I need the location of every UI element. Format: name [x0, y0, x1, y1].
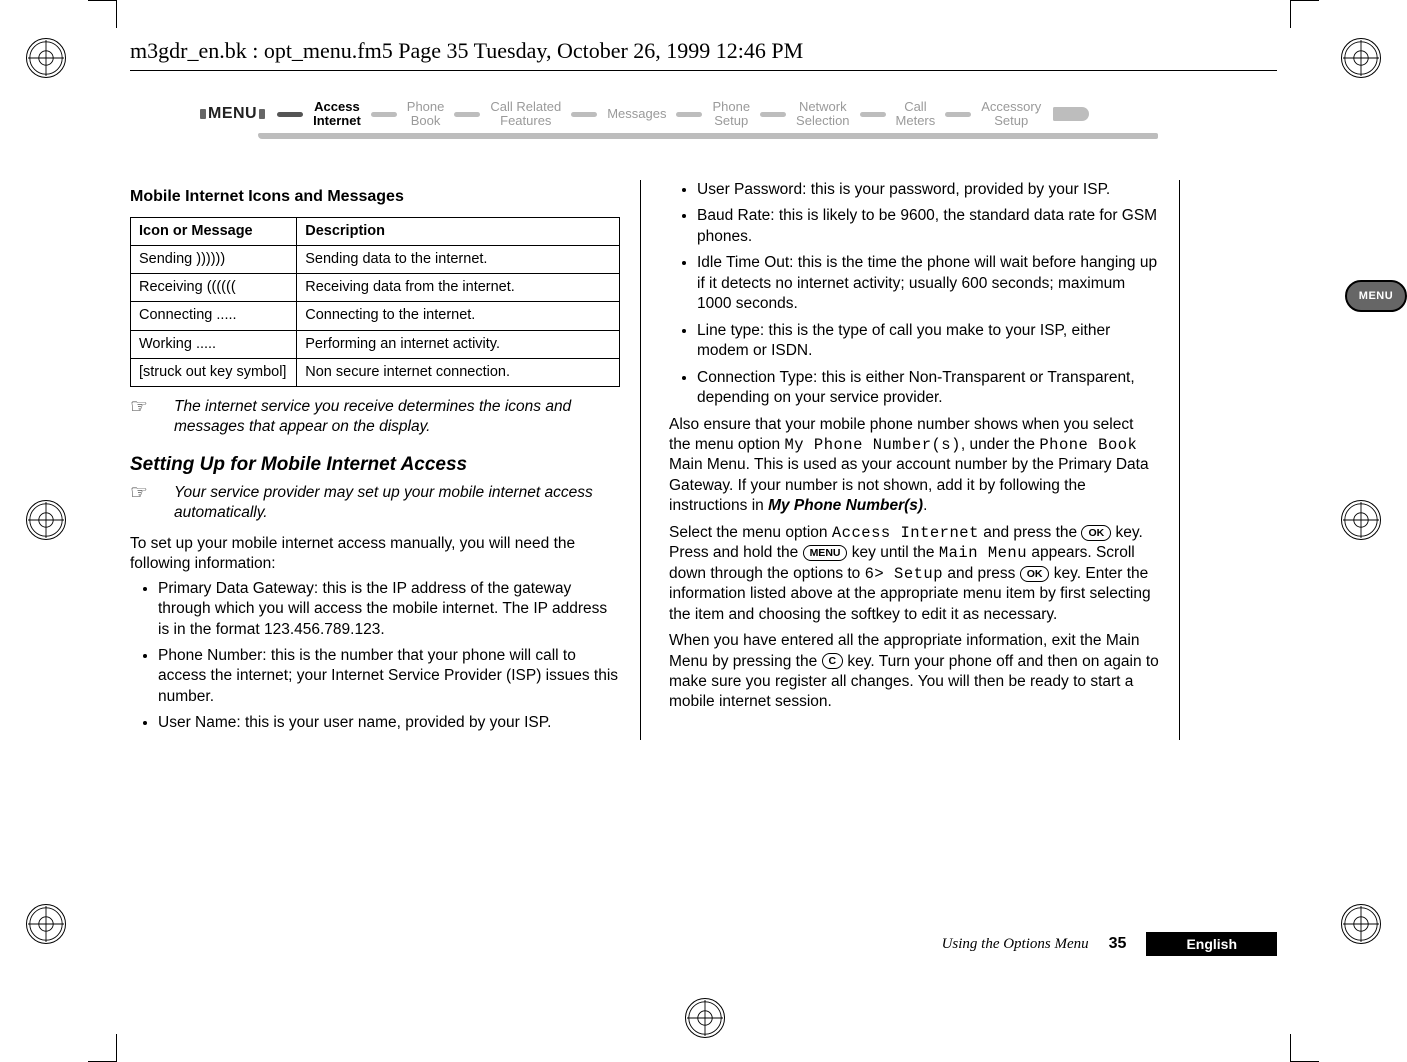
crop-mark: [1290, 0, 1291, 28]
menu-connector-icon: [571, 112, 597, 117]
list-item: Connection Type: this is either Non-Tran…: [697, 368, 1159, 409]
lcd-text: 6> Setup: [865, 565, 943, 583]
menu-item-access-internet: AccessInternet: [313, 100, 361, 129]
language-badge: English: [1146, 932, 1277, 956]
paragraph: Also ensure that your mobile phone numbe…: [669, 415, 1159, 517]
table-row: [struck out key symbol]Non secure intern…: [131, 358, 620, 386]
ok-key-icon: OK: [1020, 566, 1050, 582]
table-row: Receiving ((((((Receiving data from the …: [131, 274, 620, 302]
menu-item-messages: Messages: [607, 107, 666, 121]
note: ☞ Your service provider may set up your …: [130, 483, 620, 524]
note-text: The internet service you receive determi…: [174, 397, 620, 438]
list-item: User Name: this is your user name, provi…: [158, 713, 620, 733]
note: ☞ The internet service you receive deter…: [130, 397, 620, 438]
menu-breadcrumb: MENU AccessInternet PhoneBook Call Relat…: [198, 100, 1178, 139]
table-row: Connecting .....Connecting to the intern…: [131, 302, 620, 330]
paragraph: To set up your mobile internet access ma…: [130, 534, 620, 575]
page-footer: Using the Options Menu 35 English: [130, 932, 1277, 956]
menu-connector-icon: [454, 112, 480, 117]
menu-item-phone-book: PhoneBook: [407, 100, 445, 129]
pointing-hand-icon: ☞: [130, 483, 166, 524]
list-item: Baud Rate: this is likely to be 9600, th…: [697, 206, 1159, 247]
lcd-text: Phone Book: [1039, 436, 1137, 454]
menu-item-phone-setup: PhoneSetup: [712, 100, 750, 129]
side-tab-menu: MENU: [1345, 280, 1407, 312]
cross-reference: My Phone Number(s): [768, 497, 923, 514]
c-key-icon: C: [822, 653, 844, 669]
subheading: Setting Up for Mobile Internet Access: [130, 452, 620, 477]
registration-mark-icon: [1341, 904, 1381, 944]
table-header-description: Description: [297, 218, 620, 246]
menu-item-call-meters: CallMeters: [896, 100, 936, 129]
registration-mark-icon: [26, 38, 66, 78]
crop-mark: [116, 0, 117, 28]
crop-mark: [1291, 0, 1319, 1]
registration-mark-icon: [26, 500, 66, 540]
section-title: Mobile Internet Icons and Messages: [130, 186, 620, 207]
menu-connector-icon: [945, 112, 971, 117]
bullet-list: Primary Data Gateway: this is the IP add…: [130, 579, 620, 734]
menu-item-accessory-setup: AccessorySetup: [981, 100, 1041, 129]
menu-end-cap-icon: [1053, 107, 1089, 121]
list-item: Idle Time Out: this is the time the phon…: [697, 253, 1159, 314]
note-text: Your service provider may set up your mo…: [174, 483, 620, 524]
menu-under-bar: [258, 133, 1158, 139]
menu-connector-icon: [760, 112, 786, 117]
lcd-text: Access Internet: [832, 524, 979, 542]
list-item: Primary Data Gateway: this is the IP add…: [158, 579, 620, 640]
icon-message-table: Icon or Message Description Sending ))))…: [130, 217, 620, 387]
menu-connector-icon: [860, 112, 886, 117]
registration-mark-icon: [1341, 38, 1381, 78]
footer-section-title: Using the Options Menu: [942, 936, 1089, 953]
paragraph: Select the menu option Access Internet a…: [669, 523, 1159, 625]
right-column: User Password: this is your password, pr…: [669, 180, 1180, 740]
list-item: User Password: this is your password, pr…: [697, 180, 1159, 200]
pointing-hand-icon: ☞: [130, 397, 166, 438]
menu-connector-icon: [676, 112, 702, 117]
lcd-text: Main Menu: [939, 544, 1027, 562]
crop-mark: [116, 1034, 117, 1062]
lcd-text: My Phone Number(s): [784, 436, 960, 454]
menu-connector-icon: [371, 112, 397, 117]
registration-mark-icon: [26, 904, 66, 944]
table-header-icon: Icon or Message: [131, 218, 297, 246]
menu-root-label: MENU: [198, 105, 267, 123]
list-item: Phone Number: this is the number that yo…: [158, 646, 620, 707]
file-header: m3gdr_en.bk : opt_menu.fm5 Page 35 Tuesd…: [130, 38, 1277, 71]
page-number: 35: [1109, 935, 1127, 953]
registration-mark-icon: [685, 998, 725, 1038]
menu-connector-icon: [277, 112, 303, 117]
crop-mark: [88, 0, 116, 1]
side-tabs: MENU: [1345, 280, 1407, 342]
menu-key-icon: MENU: [803, 545, 848, 561]
ok-key-icon: OK: [1081, 525, 1111, 541]
menu-item-network-selection: NetworkSelection: [796, 100, 849, 129]
crop-mark: [1290, 1034, 1291, 1062]
table-row: Sending ))))))Sending data to the intern…: [131, 246, 620, 274]
paragraph: When you have entered all the appropriat…: [669, 631, 1159, 713]
menu-item-call-related: Call RelatedFeatures: [490, 100, 561, 129]
list-item: Line type: this is the type of call you …: [697, 321, 1159, 362]
left-column: Mobile Internet Icons and Messages Icon …: [130, 180, 641, 740]
table-row: Working .....Performing an internet acti…: [131, 330, 620, 358]
registration-mark-icon: [1341, 500, 1381, 540]
bullet-list: User Password: this is your password, pr…: [669, 180, 1159, 409]
